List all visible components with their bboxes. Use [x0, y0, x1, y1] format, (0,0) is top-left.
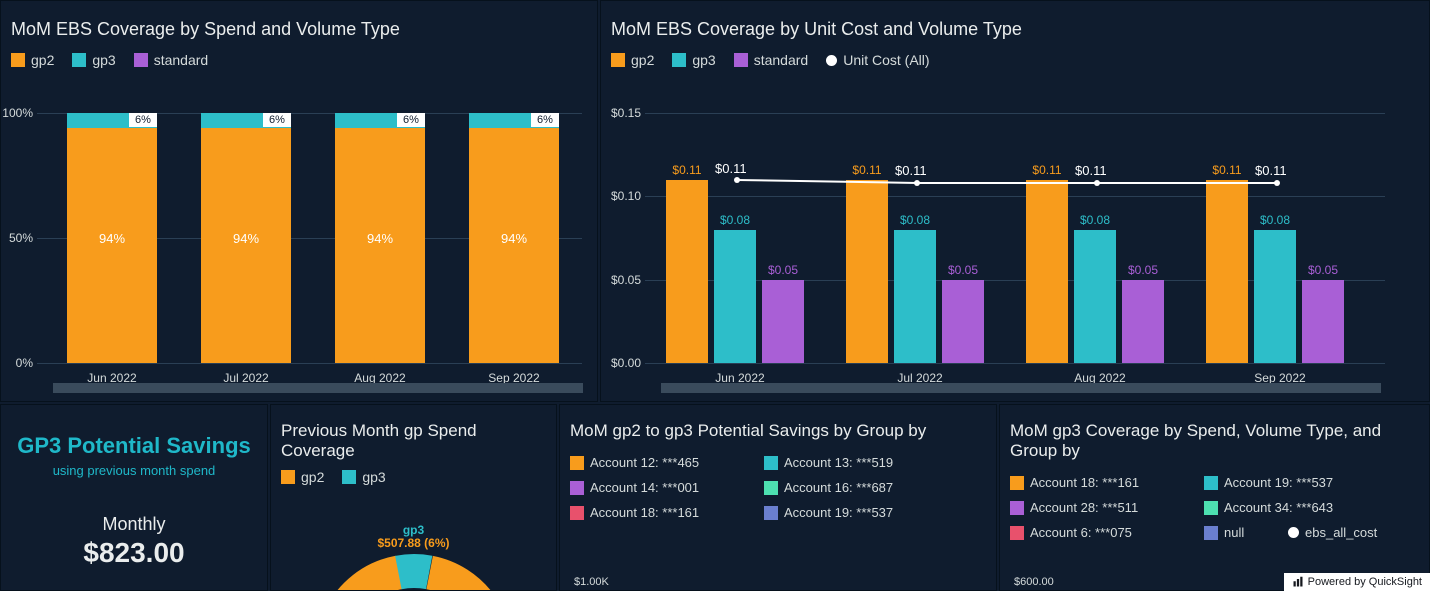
panel-spend-volume: MoM EBS Coverage by Spend and Volume Typ… [0, 0, 598, 402]
chart-plot-area: 100% 50% 0% 94% 6% [37, 113, 582, 393]
kpi-monthly-label: Monthly [1, 514, 267, 535]
legend-item-gp2[interactable]: gp2 [611, 52, 654, 68]
legend-item[interactable]: Account 18: ***161 [570, 505, 740, 520]
chart-title: MoM gp2 to gp3 Potential Savings by Grou… [560, 405, 996, 449]
legend: Account 12: ***465 Account 13: ***519 Ac… [560, 449, 996, 524]
legend-item[interactable]: Account 19: ***537 [764, 505, 934, 520]
chart-title: Previous Month gp Spend Coverage [271, 405, 556, 469]
legend-item[interactable]: Account 28: ***511 [1010, 500, 1180, 515]
legend-item-gp3[interactable]: gp3 [672, 52, 715, 68]
legend: Account 18: ***161 Account 19: ***537 Ac… [1000, 469, 1429, 544]
y-axis: 100% 50% 0% [1, 113, 37, 363]
y-tick: $1.00K [574, 576, 609, 588]
kpi-title: GP3 Potential Savings [1, 405, 267, 459]
legend: gp2 gp3 standard [1, 52, 597, 82]
kpi-monthly-value: $823.00 [1, 537, 267, 569]
panel-donut: Previous Month gp Spend Coverage gp2 gp3… [270, 404, 557, 591]
powered-by-quicksight-badge[interactable]: Powered by QuickSight [1284, 573, 1430, 591]
donut-slice-label-gp3: gp3 [304, 523, 524, 537]
legend-item[interactable]: ebs_all_cost [1288, 525, 1408, 540]
line-label: $0.11 [1075, 163, 1107, 178]
y-tick: $600.00 [1014, 576, 1054, 588]
chart-title: MoM EBS Coverage by Spend and Volume Typ… [1, 1, 597, 52]
chart-title: MoM gp3 Coverage by Spend, Volume Type, … [1000, 405, 1429, 469]
panel-kpi-savings: GP3 Potential Savings using previous mon… [0, 404, 268, 591]
legend-item[interactable]: Account 13: ***519 [764, 455, 934, 470]
legend-item-gp2[interactable]: gp2 [281, 469, 324, 485]
legend-item-gp2[interactable]: gp2 [11, 52, 54, 68]
quicksight-icon [1292, 576, 1304, 588]
legend-item[interactable]: null [1204, 525, 1264, 540]
panel-potential-savings-group: MoM gp2 to gp3 Potential Savings by Grou… [559, 404, 997, 591]
legend-item[interactable]: Account 6: ***075 [1010, 525, 1180, 540]
donut-slice-label-value: $507.88 (6%) [304, 536, 524, 550]
legend-item-standard[interactable]: standard [134, 52, 208, 68]
y-axis: $0.15 $0.10 $0.05 $0.00 [601, 113, 645, 363]
horizontal-scrollbar[interactable] [53, 383, 583, 393]
line-label: $0.11 [1255, 163, 1287, 178]
legend-item-gp3[interactable]: gp3 [72, 52, 115, 68]
legend-item-unit-cost-all[interactable]: Unit Cost (All) [826, 52, 929, 68]
kpi-subtitle: using previous month spend [1, 463, 267, 478]
dashboard: MoM EBS Coverage by Spend and Volume Typ… [0, 0, 1430, 591]
legend-item[interactable]: Account 18: ***161 [1010, 475, 1180, 490]
chart-title: MoM EBS Coverage by Unit Cost and Volume… [601, 1, 1429, 52]
legend-item[interactable]: Account 12: ***465 [570, 455, 740, 470]
panel-gp3-coverage-group: MoM gp3 Coverage by Spend, Volume Type, … [999, 404, 1430, 591]
legend: gp2 gp3 [271, 469, 556, 489]
legend-item-standard[interactable]: standard [734, 52, 808, 68]
line-label: $0.11 [895, 163, 927, 178]
line-label: $0.11 [715, 161, 747, 176]
legend-item[interactable]: Account 34: ***643 [1204, 500, 1374, 515]
chart-plot-area: $0.15 $0.10 $0.05 $0.00 $0.11 $0.08 [645, 113, 1385, 393]
donut-chart[interactable]: gp3 $507.88 (6%) [304, 523, 524, 591]
legend: gp2 gp3 standard Unit Cost (All) [601, 52, 1429, 82]
legend-item-gp3[interactable]: gp3 [342, 469, 385, 485]
legend-item[interactable]: Account 14: ***001 [570, 480, 740, 495]
horizontal-scrollbar[interactable] [661, 383, 1381, 393]
legend-item[interactable]: Account 19: ***537 [1204, 475, 1374, 490]
legend-item[interactable]: Account 16: ***687 [764, 480, 934, 495]
panel-unit-cost: MoM EBS Coverage by Unit Cost and Volume… [600, 0, 1430, 402]
